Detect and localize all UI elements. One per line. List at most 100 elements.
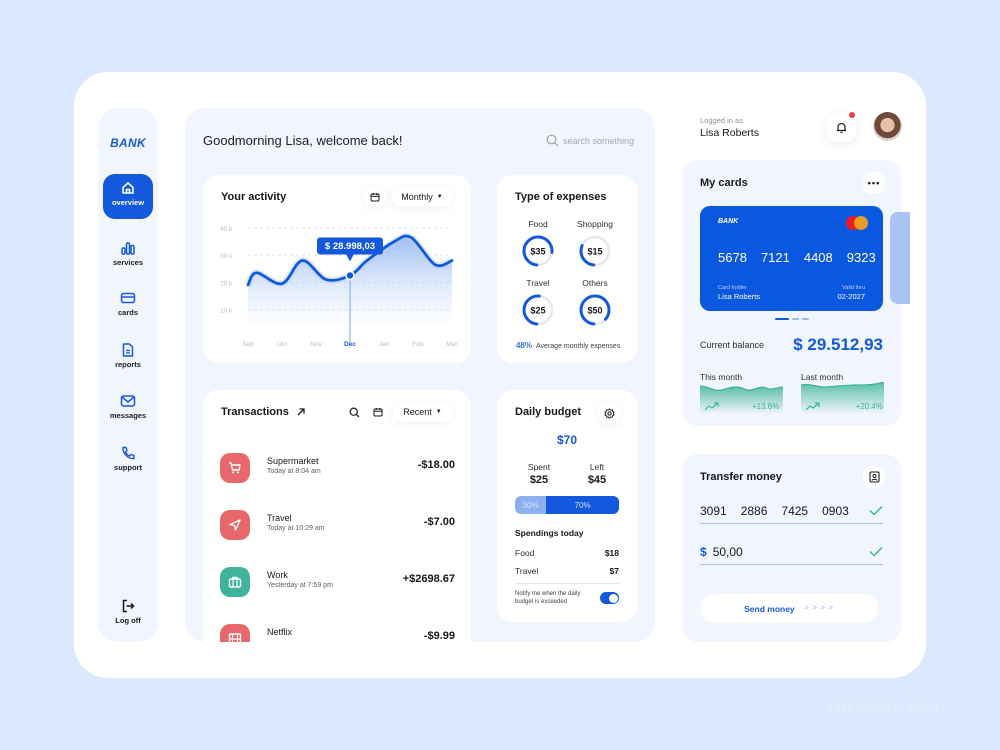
x-tick-label: Nov — [310, 341, 322, 348]
phone-icon — [122, 446, 135, 460]
y-tick-label: 20 k — [220, 280, 233, 287]
expense-donut: $15 — [579, 235, 611, 267]
expense-donut: $50 — [579, 294, 611, 326]
expense-value: $25 — [530, 306, 545, 316]
bank-card[interactable]: BANK 5678 7121 4408 9323 Card holder Lis… — [700, 206, 883, 311]
film-icon — [228, 633, 242, 642]
logout-icon — [122, 599, 135, 613]
sidebar-item-services[interactable]: services — [103, 234, 153, 278]
next-card-preview[interactable] — [890, 212, 910, 304]
transaction-amount: +$2698.67 — [402, 573, 455, 585]
expand-button[interactable] — [291, 402, 311, 422]
filter-dropdown[interactable]: Recent ▼ — [393, 402, 452, 422]
search-icon — [546, 134, 559, 147]
sidebar: BANK overview services cards reports mes… — [98, 108, 158, 642]
arrows-icon: > > > > — [804, 605, 834, 612]
briefcase-icon — [228, 576, 242, 588]
amount-text: 50,00 — [712, 544, 743, 559]
card-number-group: 9323 — [846, 250, 876, 265]
valid-label: Valid thru — [842, 285, 865, 291]
account-number-value: 3091 2886 7425 0903 — [700, 504, 849, 518]
balance-label: Current balance — [700, 340, 765, 350]
contact-book-icon — [868, 471, 880, 483]
transaction-name: Netflix — [267, 627, 293, 637]
card-number-group: 7121 — [760, 250, 790, 265]
search-transactions-button[interactable] — [344, 402, 364, 422]
arrow-up-right-icon — [297, 408, 305, 416]
x-tick-label: Jan — [379, 341, 390, 348]
page-dot-active[interactable] — [775, 318, 789, 320]
balance-value: $ 29.512,93 — [793, 335, 883, 354]
logout-label: Log off — [115, 616, 141, 625]
transaction-row[interactable]: Travel Today at 10:29 am -$7.00 — [220, 510, 455, 542]
sidebar-item-overview[interactable]: overview — [103, 174, 153, 219]
sidebar-item-label: support — [114, 463, 142, 472]
calendar-button[interactable] — [368, 402, 388, 422]
this-month-change: +13.6% — [752, 402, 780, 411]
card-number: 5678 7121 4408 9323 — [718, 250, 876, 265]
credit-card-icon — [120, 292, 136, 304]
user-name: Lisa Roberts — [700, 127, 759, 139]
account-number-field[interactable]: 3091 2886 7425 0903 — [700, 498, 883, 524]
transaction-amount: -$18.00 — [417, 459, 455, 471]
x-tick-label: Sep — [242, 341, 254, 348]
holder-name: Lisa Roberts — [718, 292, 761, 301]
budget-settings-button[interactable] — [598, 402, 620, 424]
expense-donut: $25 — [522, 294, 554, 326]
expense-donut: $35 — [522, 235, 554, 267]
transaction-row[interactable]: Work Yesterday at 7:59 pm +$2698.67 — [220, 567, 455, 599]
valid-thru: 02-2027 — [837, 292, 865, 301]
highlight-point — [345, 270, 355, 281]
average-percent: 48% — [516, 341, 533, 350]
expense-value: $50 — [587, 306, 602, 316]
page-dot[interactable] — [792, 318, 799, 320]
average-expenses: 48% Average monthly expenses — [516, 341, 620, 350]
left-value: $45 — [587, 474, 607, 486]
expense-name: Shopping — [577, 219, 613, 229]
tooltip-label: $ 28.998,03 — [325, 241, 375, 252]
send-money-label: Send money — [744, 603, 795, 614]
expense-value: $15 — [587, 247, 602, 257]
transaction-icon-tile — [220, 453, 250, 483]
amount-field[interactable]: $50,00 — [700, 539, 883, 565]
page-dot[interactable] — [802, 318, 809, 320]
left-label: Left — [589, 462, 605, 472]
expenses-title: Type of expenses — [515, 191, 607, 203]
expense-name: Travel — [526, 278, 550, 288]
last-month-label: Last month — [801, 372, 844, 382]
contacts-button[interactable] — [863, 466, 885, 488]
notification-badge — [849, 112, 855, 118]
transaction-row[interactable]: Supermarket Today at 8:04 am -$18.00 — [220, 453, 455, 485]
notify-toggle[interactable] — [600, 592, 619, 604]
cart-icon — [229, 462, 241, 474]
account-group: 2886 — [740, 503, 768, 518]
gear-icon — [603, 407, 615, 419]
sidebar-item-support[interactable]: support — [103, 439, 153, 483]
tooltip-pointer — [346, 254, 354, 262]
trend-up-icon — [805, 402, 820, 411]
search-input[interactable]: search something — [546, 134, 634, 147]
sidebar-item-messages[interactable]: messages — [103, 387, 153, 431]
sidebar-item-reports[interactable]: reports — [103, 336, 153, 380]
sidebar-item-cards[interactable]: cards — [103, 284, 153, 328]
expense-item[interactable]: Shopping $15 — [569, 219, 621, 269]
send-money-button[interactable]: Send money > > > > — [700, 594, 878, 623]
avatar[interactable] — [873, 112, 902, 141]
logout-button[interactable]: Log off — [103, 592, 153, 636]
more-options-button[interactable]: ••• — [863, 172, 885, 194]
notify-text: Notify me when the daily budget is excee… — [515, 591, 581, 605]
expense-item[interactable]: Food $35 — [512, 219, 564, 269]
card-pagination — [775, 318, 809, 320]
sidebar-item-label: overview — [111, 198, 145, 207]
x-tick-label: Feb — [412, 341, 424, 348]
transaction-time: Today at 8:04 am — [267, 468, 321, 475]
expense-item[interactable]: Others $50 — [569, 278, 621, 328]
holder-label: Card holder — [718, 285, 747, 291]
mail-icon — [120, 395, 136, 407]
y-tick-label: 30 k — [220, 253, 233, 260]
check-icon — [869, 546, 883, 557]
expense-item[interactable]: Travel $25 — [512, 278, 564, 328]
spending-amount: $18 — [604, 548, 619, 558]
x-tick-label: Mar — [446, 341, 458, 348]
transaction-row[interactable]: Netflix -$9.99 — [220, 624, 455, 642]
